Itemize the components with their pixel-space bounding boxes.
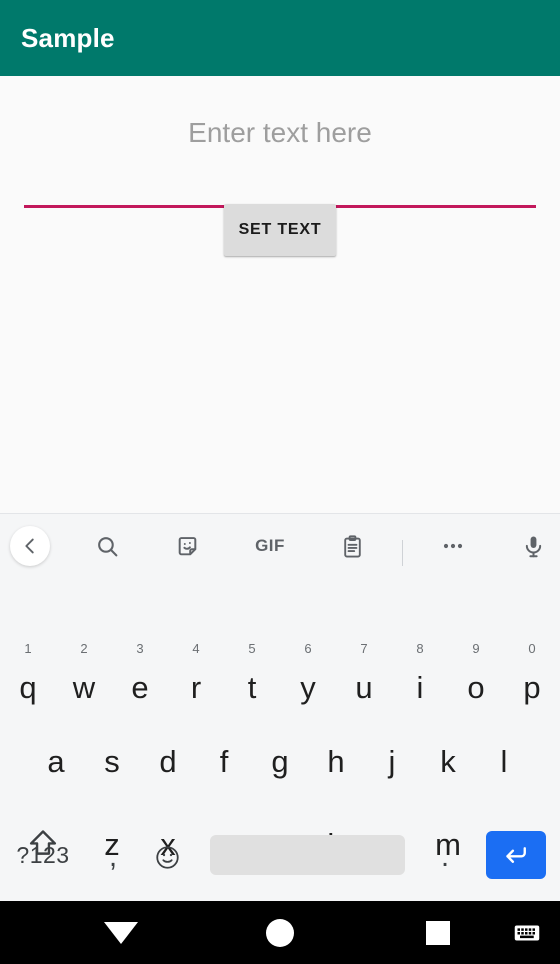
- key-label: g: [271, 743, 289, 779]
- key-hint: 1: [24, 641, 32, 656]
- spacebar-key[interactable]: [210, 835, 405, 875]
- key-hint: 5: [248, 641, 256, 656]
- key-label: p: [523, 669, 541, 705]
- page-title: Sample: [21, 22, 115, 53]
- key-w[interactable]: 2w: [56, 642, 112, 710]
- key-label: s: [104, 743, 120, 779]
- symbols-key[interactable]: ?123: [10, 837, 76, 873]
- key-label: e: [131, 669, 149, 705]
- nav-home-icon[interactable]: [241, 901, 319, 964]
- key-g[interactable]: g: [252, 738, 308, 784]
- sticker-icon[interactable]: [167, 526, 207, 566]
- key-label: w: [72, 669, 96, 705]
- key-label: k: [440, 743, 456, 779]
- text-input-placeholder: Enter text here: [188, 117, 372, 148]
- key-hint: 2: [80, 641, 88, 656]
- search-icon[interactable]: [87, 526, 127, 566]
- key-hint: 3: [136, 641, 144, 656]
- enter-key-icon[interactable]: [486, 831, 546, 879]
- key-hint: 4: [192, 641, 200, 656]
- key-label: d: [159, 743, 177, 779]
- key-hint: 8: [416, 641, 424, 656]
- key-o[interactable]: 9o: [448, 642, 504, 710]
- android-screen: Sample Enter text here SET TEXT GIF 1 q …: [0, 0, 560, 964]
- key-label: t: [247, 669, 257, 705]
- key-hint: 6: [304, 641, 312, 656]
- gif-label: GIF: [255, 536, 285, 555]
- key-label: ,: [108, 840, 118, 873]
- key-a[interactable]: a: [28, 738, 84, 784]
- key-label: i: [416, 669, 424, 705]
- gif-icon[interactable]: GIF: [249, 526, 291, 566]
- key-label: .: [440, 840, 450, 873]
- set-text-button[interactable]: SET TEXT: [224, 204, 336, 256]
- key-p[interactable]: 0p: [504, 642, 560, 710]
- key-s[interactable]: s: [84, 738, 140, 784]
- nav-back-dismiss-icon[interactable]: [82, 901, 160, 964]
- key-j[interactable]: j: [364, 738, 420, 784]
- nav-recents-icon[interactable]: [399, 901, 477, 964]
- key-l[interactable]: l: [476, 738, 532, 784]
- nav-ime-switcher-icon[interactable]: [494, 901, 560, 964]
- key-label: l: [500, 743, 508, 779]
- key-label: f: [219, 743, 229, 779]
- key-hint: 0: [528, 641, 536, 656]
- text-input-field[interactable]: Enter text here: [24, 98, 536, 208]
- key-label: q: [19, 669, 37, 705]
- key-f[interactable]: f: [196, 738, 252, 784]
- key-label: u: [355, 669, 373, 705]
- clipboard-icon[interactable]: [332, 526, 372, 566]
- microphone-icon[interactable]: [513, 526, 553, 566]
- key-d[interactable]: d: [140, 738, 196, 784]
- key-r[interactable]: 4r: [168, 642, 224, 710]
- key-label: y: [300, 669, 316, 705]
- period-key[interactable]: .: [423, 837, 467, 877]
- key-hint: 9: [472, 641, 480, 656]
- back-chevron-icon[interactable]: [10, 526, 50, 566]
- overflow-menu-icon[interactable]: [433, 526, 473, 566]
- key-u[interactable]: 7u: [336, 642, 392, 710]
- key-label: h: [327, 743, 345, 779]
- content-area: Enter text here SET TEXT: [0, 76, 560, 513]
- key-k[interactable]: k: [420, 738, 476, 784]
- keyboard-toolbar: GIF: [0, 514, 560, 578]
- emoji-smiley-icon[interactable]: [143, 837, 191, 877]
- key-i[interactable]: 8i: [392, 642, 448, 710]
- key-h[interactable]: h: [308, 738, 364, 784]
- comma-key[interactable]: ,: [89, 837, 137, 877]
- key-label: a: [47, 743, 65, 779]
- toolbar-divider: [402, 540, 403, 566]
- circle-glyph: [266, 918, 294, 947]
- down-triangle-glyph: [104, 921, 138, 944]
- key-t[interactable]: 5t: [224, 642, 280, 710]
- navigation-bar: [0, 901, 560, 964]
- key-label: r: [190, 669, 202, 705]
- key-hint: 7: [360, 641, 368, 656]
- square-glyph: [426, 920, 450, 945]
- key-q[interactable]: 1q: [0, 642, 56, 710]
- app-bar: Sample: [0, 0, 560, 76]
- key-e[interactable]: 3e: [112, 642, 168, 710]
- key-label: j: [388, 743, 396, 779]
- key-y[interactable]: 6y: [280, 642, 336, 710]
- key-label: o: [467, 669, 485, 705]
